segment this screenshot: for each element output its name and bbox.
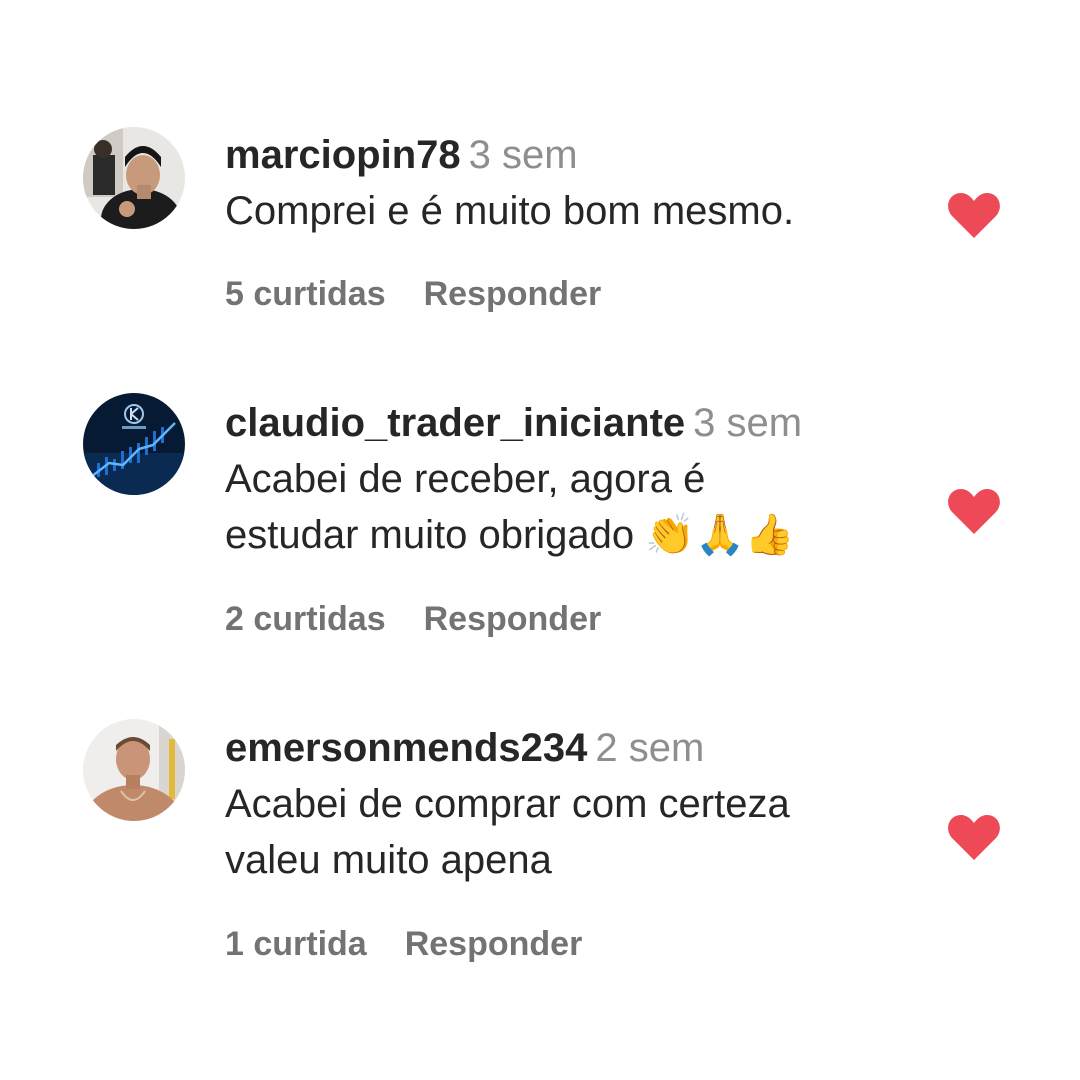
username-link[interactable]: emersonmends234 bbox=[225, 726, 587, 770]
likes-count-link[interactable]: 2 curtidas bbox=[225, 600, 386, 638]
username-link[interactable]: claudio_trader_iniciante bbox=[225, 401, 685, 445]
comment-text-line: Acabei de comprar com certeza bbox=[225, 782, 790, 826]
comment-header: marciopin78 3 sem bbox=[225, 131, 925, 179]
avatar[interactable] bbox=[83, 719, 185, 821]
reply-button[interactable]: Responder bbox=[405, 925, 583, 963]
comment-actions: 2 curtidas Responder bbox=[225, 600, 601, 639]
avatar[interactable] bbox=[83, 393, 185, 495]
avatar[interactable] bbox=[83, 127, 185, 229]
reply-button[interactable]: Responder bbox=[424, 600, 602, 638]
comments-panel: marciopin78 3 sem Comprei e é muito bom m… bbox=[0, 0, 1080, 1080]
comment-actions: 5 curtidas Responder bbox=[225, 275, 601, 314]
comment-header: emersonmends234 2 sem bbox=[225, 724, 925, 772]
timestamp[interactable]: 3 sem bbox=[469, 133, 578, 177]
comment-text: Acabei de comprar com certeza valeu muit… bbox=[225, 776, 925, 888]
heart-icon[interactable] bbox=[948, 488, 1000, 534]
comment-text: Comprei e é muito bom mesmo. bbox=[225, 183, 925, 239]
reply-button[interactable]: Responder bbox=[424, 275, 602, 313]
comment-actions: 1 curtida Responder bbox=[225, 925, 582, 964]
heart-icon[interactable] bbox=[948, 814, 1000, 860]
comment-text: Acabei de receber, agora é estudar muito… bbox=[225, 451, 925, 563]
emoji-group: 👏🙏👍 bbox=[645, 512, 795, 558]
heart-icon[interactable] bbox=[948, 192, 1000, 238]
comment-text-line: Acabei de receber, agora é bbox=[225, 457, 706, 501]
comment-text-line: estudar muito obrigado bbox=[225, 513, 635, 557]
comment-text-line: Comprei e é muito bom mesmo. bbox=[225, 189, 795, 233]
timestamp[interactable]: 2 sem bbox=[595, 726, 704, 770]
comment-text-line-with-emoji: estudar muito obrigado 👏🙏👍 bbox=[225, 507, 925, 563]
likes-count-link[interactable]: 5 curtidas bbox=[225, 275, 386, 313]
comment-text-line: valeu muito apena bbox=[225, 838, 552, 882]
username-link[interactable]: marciopin78 bbox=[225, 133, 461, 177]
likes-count-link[interactable]: 1 curtida bbox=[225, 925, 367, 963]
comment-header: claudio_trader_iniciante 3 sem bbox=[225, 399, 925, 447]
timestamp[interactable]: 3 sem bbox=[693, 401, 802, 445]
